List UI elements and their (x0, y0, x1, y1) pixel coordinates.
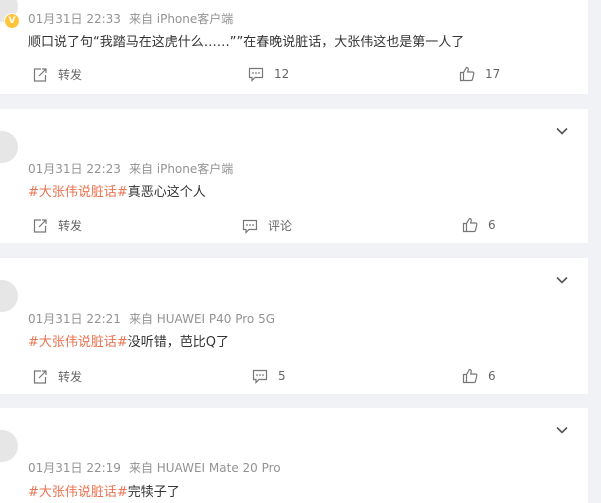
comment-body: 真恶心这个人 (127, 185, 206, 200)
comment-button[interactable]: 12 (248, 66, 289, 82)
comment-card-1: V 01月31日 22:33 来自 iPhone客户端 顺口说了句“我踏马在这虎什… (0, 0, 588, 94)
comment-button[interactable]: 评论 (242, 217, 292, 234)
repost-button[interactable]: 转发 (32, 368, 82, 385)
comment-card-2: 01月31日 22:23 来自 iPhone客户端 #大张伟说脏话#真恶心这个人 … (0, 109, 588, 243)
repost-button[interactable]: 转发 (32, 66, 82, 83)
chevron-down-icon[interactable] (554, 272, 570, 288)
comment-count: 12 (274, 67, 290, 81)
vip-badge-icon: V (4, 13, 20, 29)
comment-text: #大张伟说脏话#真恶心这个人 (28, 181, 206, 200)
repost-label: 转发 (58, 219, 83, 233)
repost-icon (33, 369, 47, 384)
like-button[interactable]: 6 (462, 217, 496, 233)
comment-icon (248, 67, 264, 82)
comment-text: 顺口说了句“我踏马在这虎什么……””在春晚说脏话，大张伟这也是第一人了 (28, 31, 464, 50)
comment-source: 来自 HUAWEI Mate 20 Pro (128, 461, 281, 475)
like-button[interactable]: 6 (462, 368, 496, 384)
comment-button[interactable]: 5 (252, 368, 286, 384)
like-icon (462, 217, 478, 233)
avatar[interactable] (0, 430, 18, 462)
chevron-down-icon[interactable] (554, 422, 570, 438)
comment-icon (242, 219, 258, 234)
comment-meta: 01月31日 22:19 来自 HUAWEI Mate 20 Pro (28, 459, 281, 476)
chevron-down-icon[interactable] (554, 123, 570, 139)
topic-tag-link[interactable]: #大张伟说脏话# (28, 335, 128, 350)
comment-card-4: 01月31日 22:19 来自 HUAWEI Mate 20 Pro #大张伟说脏… (0, 408, 588, 503)
repost-label: 转发 (58, 68, 83, 82)
comment-time[interactable]: 01月31日 22:21 (28, 312, 121, 326)
comment-body: 没听错，芭比Q了 (127, 335, 230, 350)
like-count: 6 (488, 218, 496, 232)
like-button[interactable]: 17 (459, 66, 500, 82)
comment-body: 顺口说了句“我踏马在这虎什么……””在春晚说脏话，大张伟这也是第一人了 (28, 35, 465, 50)
repost-label: 转发 (58, 370, 83, 384)
like-icon (459, 66, 475, 82)
avatar[interactable] (0, 131, 18, 163)
comment-card-3: 01月31日 22:21 来自 HUAWEI P40 Pro 5G #大张伟说脏话… (0, 258, 588, 394)
topic-tag-link[interactable]: #大张伟说脏话# (28, 485, 128, 500)
comment-source: 来自 iPhone客户端 (128, 162, 234, 176)
comment-meta: 01月31日 22:21 来自 HUAWEI P40 Pro 5G (28, 310, 275, 327)
avatar[interactable] (0, 280, 18, 312)
comment-time[interactable]: 01月31日 22:33 (28, 12, 121, 26)
comment-source: 来自 HUAWEI P40 Pro 5G (128, 312, 276, 326)
repost-button[interactable]: 转发 (32, 217, 82, 234)
comment-meta: 01月31日 22:23 来自 iPhone客户端 (28, 160, 233, 177)
comment-time[interactable]: 01月31日 22:23 (28, 162, 121, 176)
repost-icon (33, 218, 47, 233)
like-icon (462, 368, 478, 384)
like-count: 6 (488, 369, 496, 383)
comment-text: #大张伟说脏话#完犊子了 (28, 481, 180, 500)
like-count: 17 (485, 67, 501, 81)
comment-body: 完犊子了 (127, 485, 180, 500)
comment-meta: 01月31日 22:33 来自 iPhone客户端 (28, 10, 233, 27)
repost-icon (33, 67, 47, 82)
topic-tag-link[interactable]: #大张伟说脏话# (28, 185, 128, 200)
comment-time[interactable]: 01月31日 22:19 (28, 461, 121, 475)
comment-source: 来自 iPhone客户端 (128, 12, 234, 26)
comment-count: 5 (278, 369, 286, 383)
comment-count: 评论 (268, 219, 293, 233)
comment-text: #大张伟说脏话#没听错，芭比Q了 (28, 331, 229, 350)
comment-icon (252, 369, 268, 384)
